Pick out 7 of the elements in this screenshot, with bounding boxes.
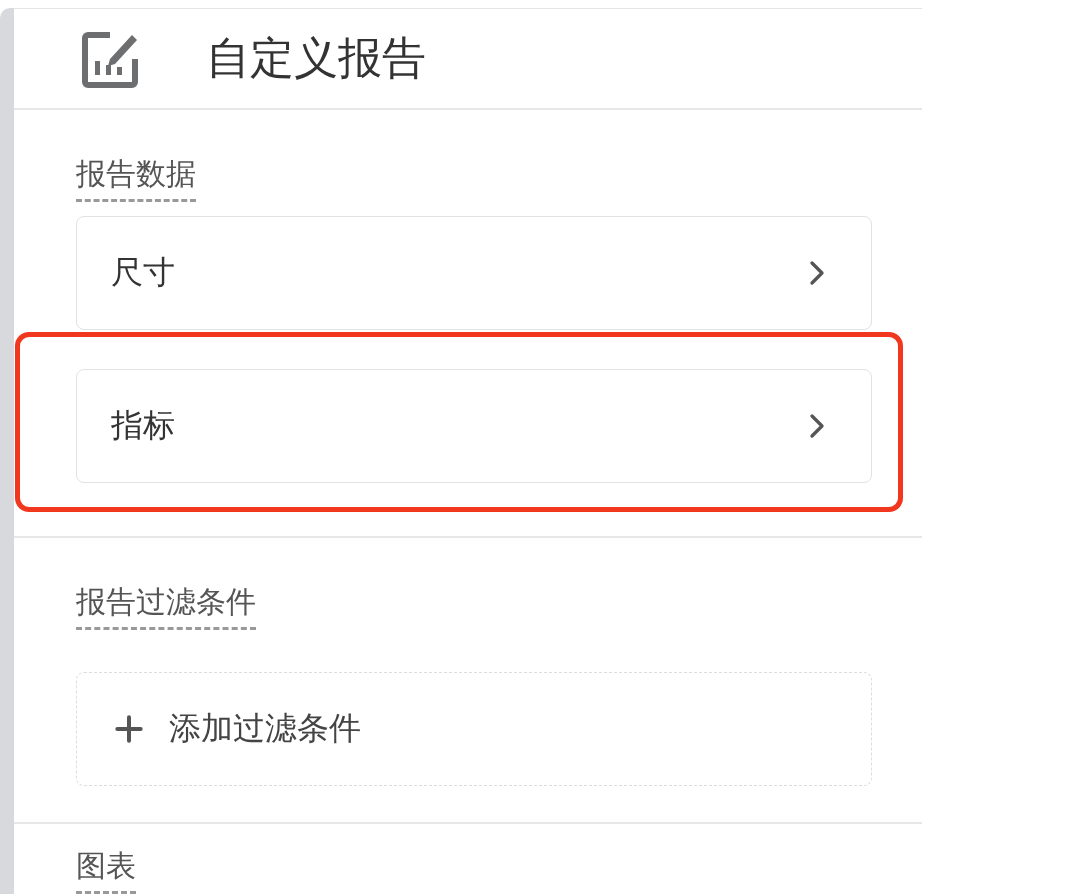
section-label: 报告数据 (76, 154, 196, 202)
section-label: 报告过滤条件 (76, 582, 256, 630)
add-filter-button[interactable]: 添加过滤条件 (76, 672, 872, 786)
panel-title: 自定义报告 (206, 31, 426, 85)
section-label: 图表 (76, 846, 136, 894)
category-item[interactable]: 尺寸 (76, 216, 872, 330)
category-item[interactable]: 指标 (76, 369, 872, 483)
